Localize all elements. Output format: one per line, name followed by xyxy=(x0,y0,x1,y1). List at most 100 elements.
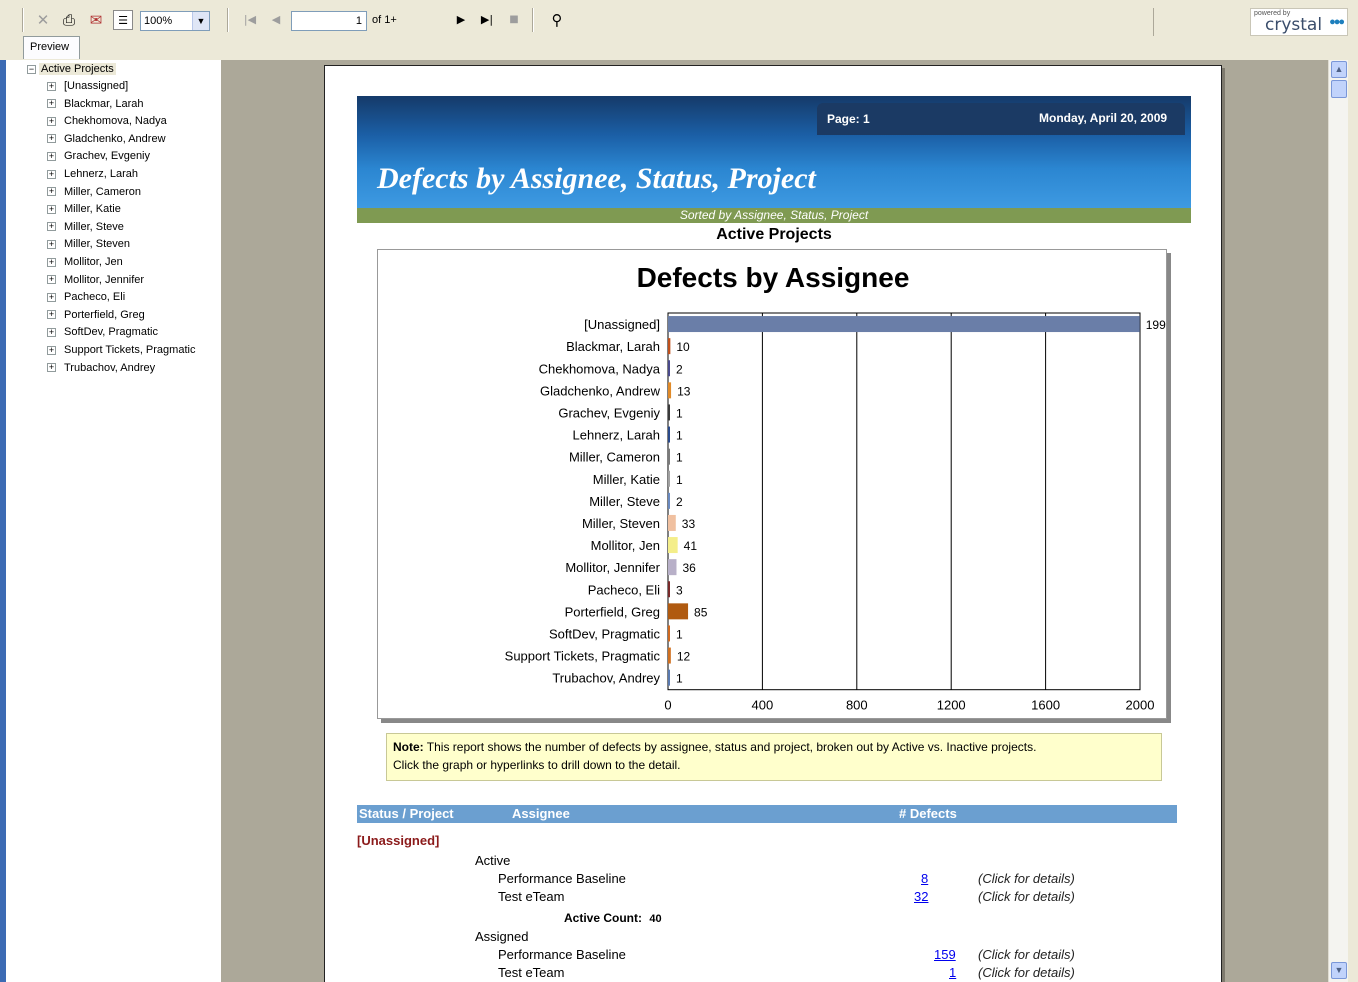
chart-data-label: 10 xyxy=(676,340,690,354)
expand-icon[interactable]: + xyxy=(47,292,56,302)
expand-icon[interactable]: + xyxy=(47,327,56,337)
vertical-scrollbar[interactable]: ▲ ▼ xyxy=(1328,60,1348,982)
collapse-icon[interactable]: − xyxy=(27,64,36,74)
chart-data-label: 1 xyxy=(676,627,683,641)
tree-item[interactable]: + Mollitor, Jen xyxy=(47,255,123,269)
prev-page-icon[interactable]: ◀ xyxy=(266,10,286,30)
expand-icon[interactable]: + xyxy=(47,116,56,126)
chart-bar[interactable] xyxy=(668,581,670,598)
chart-bar[interactable] xyxy=(668,669,670,686)
tree-item[interactable]: + Chekhomova, Nadya xyxy=(47,114,167,128)
tab-strip xyxy=(0,38,1358,60)
chart-data-label: 199 xyxy=(1146,318,1166,332)
status-active: Active xyxy=(475,853,511,868)
close-icon[interactable]: ✕ xyxy=(33,10,53,30)
tab-preview[interactable]: Preview xyxy=(23,36,80,59)
expand-icon[interactable]: + xyxy=(47,239,56,249)
chart-data-label: 41 xyxy=(684,539,698,553)
chart-bar[interactable] xyxy=(668,559,677,576)
defect-count-link[interactable]: 1 xyxy=(949,965,956,980)
chart-bar[interactable] xyxy=(668,492,670,509)
chart-bar[interactable] xyxy=(668,448,670,465)
page-input[interactable]: 1 xyxy=(291,11,367,31)
expand-icon[interactable]: + xyxy=(47,81,56,91)
click-hint: (Click for details) xyxy=(978,965,1075,980)
chart-bar[interactable] xyxy=(668,382,672,399)
scroll-up-icon[interactable]: ▲ xyxy=(1331,61,1347,78)
chart-bar[interactable] xyxy=(668,426,670,443)
defect-count-link[interactable]: 32 xyxy=(914,889,928,904)
tree-item[interactable]: + Lehnerz, Larah xyxy=(47,167,138,181)
chart-bar[interactable] xyxy=(668,360,670,377)
chart-bar[interactable] xyxy=(668,625,670,642)
expand-icon[interactable]: + xyxy=(47,99,56,109)
tree-item[interactable]: + Mollitor, Jennifer xyxy=(47,273,144,287)
defect-count-link[interactable]: 8 xyxy=(921,871,928,886)
chart-category-label: Mollitor, Jennifer xyxy=(565,560,660,575)
chart-x-tick-label: 1200 xyxy=(937,698,966,713)
chart-bar[interactable] xyxy=(668,647,671,664)
group-tree-icon[interactable]: ☰ xyxy=(113,10,133,30)
search-binoculars-icon[interactable]: ⚲ xyxy=(547,10,567,30)
note-text-2: Click the graph or hyperlinks to drill d… xyxy=(393,758,681,772)
project-name: Performance Baseline xyxy=(498,871,626,886)
tree-item[interactable]: + Miller, Katie xyxy=(47,202,121,216)
next-page-icon[interactable]: ▶ xyxy=(451,10,471,30)
chart-bar[interactable] xyxy=(668,514,676,531)
chart-bar[interactable] xyxy=(668,338,671,355)
defect-count-link[interactable]: 159 xyxy=(934,947,956,962)
first-page-icon[interactable]: |◀ xyxy=(240,10,260,30)
crystal-logo: powered by crystal ●●● xyxy=(1250,8,1348,36)
tree-item[interactable]: + Miller, Steve xyxy=(47,220,124,234)
scroll-thumb[interactable] xyxy=(1331,80,1347,98)
chart-bar[interactable] xyxy=(668,404,670,421)
chart-category-label: Miller, Steven xyxy=(582,516,660,531)
chart-bar[interactable] xyxy=(668,316,1140,333)
tree-item[interactable]: + Support Tickets, Pragmatic xyxy=(47,343,195,357)
stop-icon[interactable]: ■ xyxy=(504,10,524,30)
tree-item[interactable]: + Porterfield, Greg xyxy=(47,308,145,322)
tree-item[interactable]: + Trubachov, Andrey xyxy=(47,361,155,375)
expand-icon[interactable]: + xyxy=(47,222,56,232)
expand-icon[interactable]: + xyxy=(47,151,56,161)
expand-icon[interactable]: + xyxy=(47,310,56,320)
tree-item[interactable]: + Grachev, Evgeniy xyxy=(47,149,150,163)
expand-icon[interactable]: + xyxy=(47,134,56,144)
tree-root[interactable]: − Active Projects xyxy=(27,62,116,76)
expand-icon[interactable]: + xyxy=(47,363,56,373)
group-name[interactable]: [Unassigned] xyxy=(357,833,439,848)
expand-icon[interactable]: + xyxy=(47,257,56,267)
chart-bar[interactable] xyxy=(668,470,670,487)
chart-data-label: 3 xyxy=(676,583,683,597)
print-icon[interactable]: ⎙ xyxy=(59,10,79,30)
chart-data-label: 13 xyxy=(677,384,691,398)
tree-item[interactable]: + Miller, Cameron xyxy=(47,185,141,199)
zoom-select[interactable]: 100% ▼ xyxy=(140,11,210,31)
expand-icon[interactable]: + xyxy=(47,204,56,214)
expand-icon[interactable]: + xyxy=(47,187,56,197)
chart-data-label: 1 xyxy=(676,473,683,487)
chart-bar[interactable] xyxy=(668,603,689,620)
project-name: Test eTeam xyxy=(498,889,565,904)
expand-icon[interactable]: + xyxy=(47,275,56,285)
tree-item[interactable]: + SoftDev, Pragmatic xyxy=(47,325,158,339)
defects-chart[interactable]: Defects by Assignee 0 400 800 1200 1600 2000[… xyxy=(377,249,1167,719)
chart-bar[interactable] xyxy=(668,537,678,554)
chart-category-label: [Unassigned] xyxy=(584,317,660,332)
tree-item[interactable]: + Miller, Steven xyxy=(47,237,130,251)
chart-category-label: Porterfield, Greg xyxy=(565,604,660,619)
toolbar-grip xyxy=(22,8,24,32)
chevron-down-icon[interactable]: ▼ xyxy=(192,12,209,30)
scroll-down-icon[interactable]: ▼ xyxy=(1331,962,1347,979)
chart-category-label: Mollitor, Jen xyxy=(591,538,660,553)
tree-item[interactable]: + Pacheco, Eli xyxy=(47,290,125,304)
toolbar-grip xyxy=(227,8,229,32)
last-page-icon[interactable]: ▶| xyxy=(477,10,497,30)
tree-item[interactable]: + Blackmar, Larah xyxy=(47,97,143,111)
tree-item[interactable]: + [Unassigned] xyxy=(47,79,128,93)
expand-icon[interactable]: + xyxy=(47,345,56,355)
export-icon[interactable]: ✉ xyxy=(86,10,106,30)
expand-icon[interactable]: + xyxy=(47,169,56,179)
tree-item[interactable]: + Gladchenko, Andrew xyxy=(47,132,166,146)
chart-svg[interactable]: 0 400 800 1200 1600 2000 [Unassigned] 199 Blackm… xyxy=(378,250,1168,720)
